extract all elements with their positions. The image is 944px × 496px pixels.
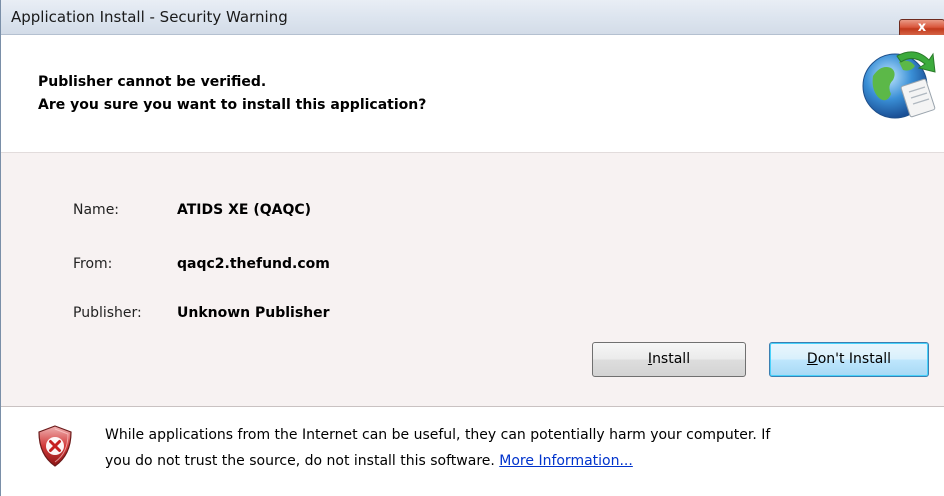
name-label: Name: [73,202,120,218]
close-icon: x [917,20,927,35]
from-label: From: [73,256,113,272]
dont-install-button[interactable]: Don't Install [769,342,929,377]
install-label: nstall [652,351,691,367]
title-bar[interactable]: Application Install - Security Warning x [1,0,944,37]
dialog-footer [1,407,944,496]
more-information-link[interactable]: More Information... [499,453,633,469]
security-warning-dialog: Application Install - Security Warning x… [0,0,944,496]
publisher-value: Unknown Publisher [177,305,330,321]
globe-install-icon [862,51,936,119]
window-title: Application Install - Security Warning [11,8,288,26]
dont-install-label: on't Install [817,351,892,367]
name-value: ATIDS XE (QAQC) [177,202,312,218]
warning-text-line2: you do not trust the source, do not inst… [105,453,633,469]
header-question: Are you sure you want to install this ap… [38,97,427,113]
install-button[interactable]: Install [592,342,746,377]
security-shield-icon [38,425,72,467]
header-title: Publisher cannot be verified. [38,74,267,90]
dont-install-accesskey: D [806,351,818,367]
warning-text-line2-body: you do not trust the source, do not inst… [105,453,500,469]
from-value: qaqc2.thefund.com [177,256,330,272]
warning-text-line1: While applications from the Internet can… [105,427,771,443]
dialog-header [1,35,944,152]
publisher-label: Publisher: [73,305,142,321]
